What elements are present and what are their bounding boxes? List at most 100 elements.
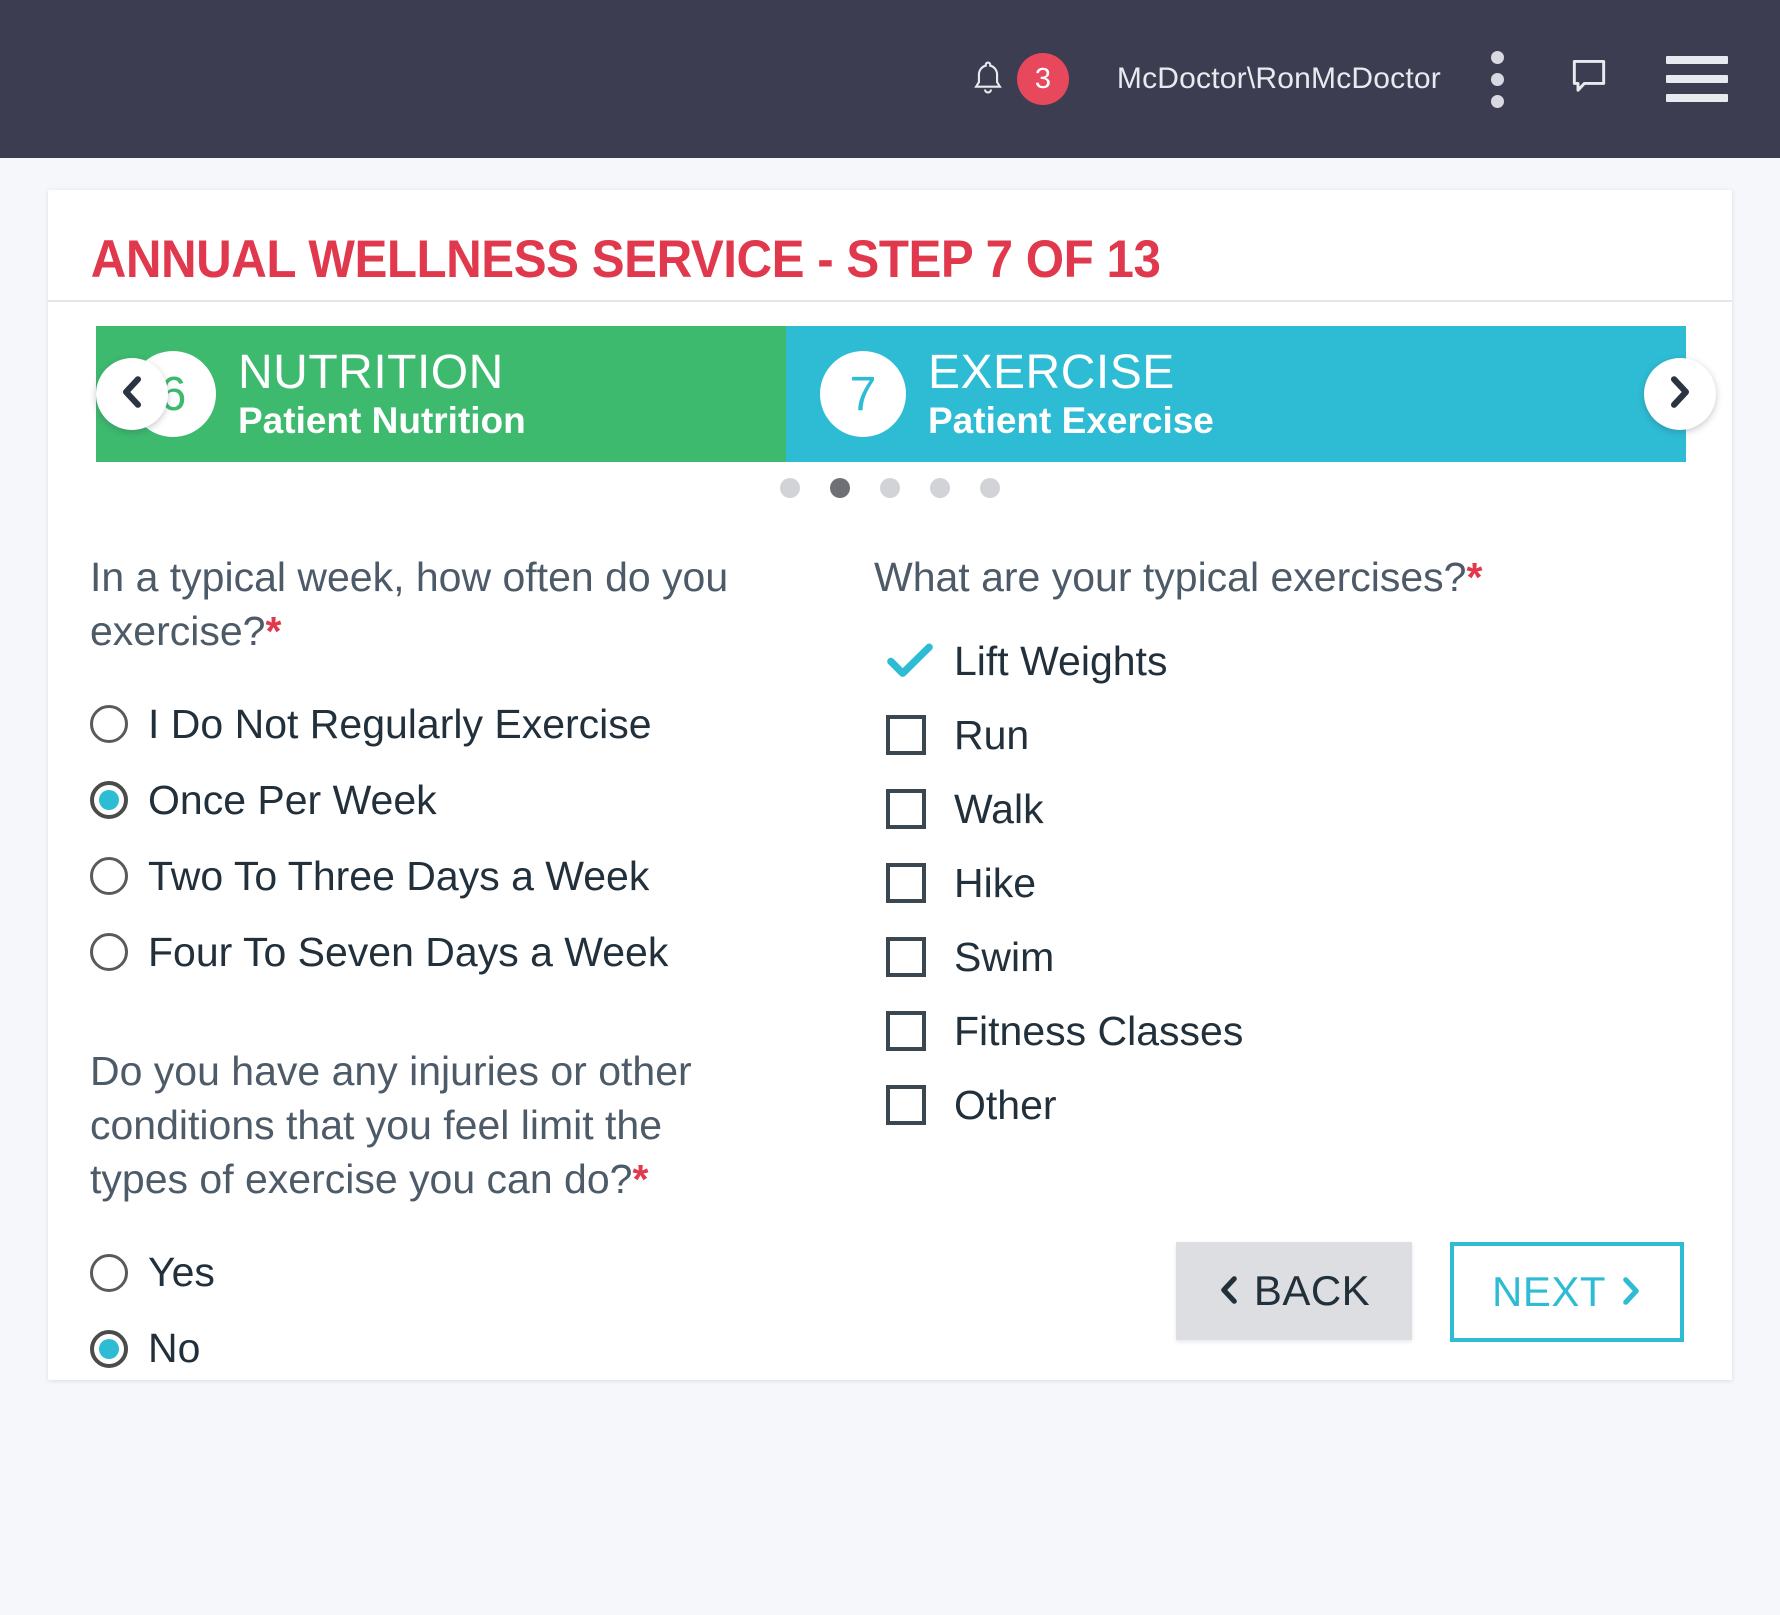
checkbox-option-hike[interactable]: Hike <box>886 846 1698 920</box>
radio-group-exercise-frequency: I Do Not Regularly Exercise Once Per Wee… <box>90 686 858 990</box>
carousel-dot-2[interactable] <box>830 478 850 498</box>
kebab-menu-icon[interactable] <box>1487 47 1508 112</box>
checkbox-option-fitness-classes[interactable]: Fitness Classes <box>886 994 1698 1068</box>
title-divider <box>48 300 1732 302</box>
carousel-dot-3[interactable] <box>880 478 900 498</box>
checkbox-icon <box>886 1011 926 1052</box>
carousel-dot-5[interactable] <box>980 478 1000 498</box>
radio-option-label: Yes <box>148 1249 215 1296</box>
radio-inner-dot <box>99 1338 119 1359</box>
checkbox-option-label: Other <box>954 1081 1057 1128</box>
wellness-form-card: ANNUAL WELLNESS SERVICE - STEP 7 OF 13 6… <box>48 190 1732 1380</box>
radio-option-label: Once Per Week <box>148 776 437 823</box>
checkbox-icon <box>886 715 926 756</box>
radio-option-yes[interactable]: Yes <box>90 1235 858 1311</box>
question-text: What are your typical exercises? <box>874 554 1467 600</box>
top-navigation-bar: 3 McDoctor\RonMcDoctor <box>0 0 1780 158</box>
question-exercise-frequency: In a typical week, how often do you exer… <box>90 550 858 990</box>
step-name-label: NUTRITION <box>238 345 504 399</box>
radio-option-no[interactable]: No <box>90 1311 858 1387</box>
step-bar: 6 NUTRITION Patient Nutrition 7 EXERCISE… <box>96 326 1686 462</box>
chevron-left-icon <box>1218 1267 1240 1315</box>
step-subtitle-label: Patient Exercise <box>928 399 1214 441</box>
username-label[interactable]: McDoctor\RonMcDoctor <box>1117 62 1441 96</box>
chat-bubble-icon[interactable] <box>1566 55 1612 104</box>
kebab-dot-2 <box>1491 72 1504 86</box>
radio-icon <box>90 857 128 896</box>
question-text: Do you have any injuries or other condit… <box>90 1048 692 1203</box>
step-item-exercise[interactable]: 7 EXERCISE Patient Exercise <box>786 326 1686 462</box>
required-marker: * <box>1466 554 1483 600</box>
checkbox-option-label: Fitness Classes <box>954 1007 1244 1054</box>
chevron-left-icon <box>119 375 145 414</box>
carousel-dot-1[interactable] <box>780 478 800 498</box>
notification-count-badge[interactable]: 3 <box>1016 53 1069 105</box>
radio-option-four-to-seven-days[interactable]: Four To Seven Days a Week <box>90 914 858 990</box>
checkmark-icon <box>886 641 934 681</box>
radio-option-label: Four To Seven Days a Week <box>148 928 669 975</box>
step-text-group: EXERCISE Patient Exercise <box>928 345 1214 441</box>
bell-icon[interactable] <box>971 59 1005 99</box>
form-column-left: In a typical week, how often do you exer… <box>48 550 858 1387</box>
radio-icon-selected <box>90 781 128 820</box>
question-label: In a typical week, how often do you exer… <box>90 550 770 658</box>
radio-option-once-per-week[interactable]: Once Per Week <box>90 762 858 838</box>
hamburger-line-2 <box>1666 75 1728 83</box>
next-button[interactable]: NEXT <box>1450 1242 1684 1342</box>
radio-option-label: No <box>148 1325 201 1372</box>
checkbox-icon <box>886 1085 926 1126</box>
checkbox-option-label: Walk <box>954 785 1044 832</box>
required-marker: * <box>265 608 282 655</box>
checkbox-option-label: Hike <box>954 859 1037 906</box>
kebab-dot-1 <box>1491 50 1504 64</box>
question-label: Do you have any injuries or other condit… <box>90 1044 770 1206</box>
question-label: What are your typical exercises?* <box>874 550 1654 604</box>
chevron-right-icon <box>1620 1268 1642 1316</box>
step-text-group: NUTRITION Patient Nutrition <box>238 345 526 441</box>
hamburger-menu-icon[interactable] <box>1666 56 1728 102</box>
carousel-next-button[interactable] <box>1644 358 1716 430</box>
radio-option-no-regular-exercise[interactable]: I Do Not Regularly Exercise <box>90 686 858 762</box>
notifications-area[interactable]: 3 <box>971 53 1069 105</box>
radio-icon <box>90 933 128 972</box>
radio-option-label: I Do Not Regularly Exercise <box>148 700 652 747</box>
page-title: ANNUAL WELLNESS SERVICE - STEP 7 OF 13 <box>90 230 1161 289</box>
back-button[interactable]: BACK <box>1176 1242 1412 1340</box>
checkbox-option-swim[interactable]: Swim <box>886 920 1698 994</box>
checkbox-option-walk[interactable]: Walk <box>886 772 1698 846</box>
back-button-label: BACK <box>1253 1267 1371 1314</box>
question-text: In a typical week, how often do you exer… <box>90 554 729 655</box>
radio-option-label: Two To Three Days a Week <box>148 852 650 899</box>
radio-inner-dot <box>99 790 119 811</box>
radio-icon <box>90 1253 128 1292</box>
checkbox-option-run[interactable]: Run <box>886 698 1698 772</box>
next-button-label: NEXT <box>1491 1268 1606 1315</box>
required-marker: * <box>632 1156 649 1203</box>
checkbox-group-typical-exercises: Lift Weights Run Walk Hike Swim Fitness … <box>874 624 1698 1142</box>
checkbox-icon <box>886 937 926 978</box>
carousel-prev-button[interactable] <box>96 358 168 430</box>
step-name-label: EXERCISE <box>928 345 1175 399</box>
checkbox-option-label: Swim <box>954 933 1055 980</box>
checkbox-option-other[interactable]: Other <box>886 1068 1698 1142</box>
hamburger-line-1 <box>1666 56 1728 64</box>
radio-group-injury-limitations: Yes No <box>90 1235 858 1387</box>
radio-option-two-to-three-days[interactable]: Two To Three Days a Week <box>90 838 858 914</box>
topbar-actions: 3 McDoctor\RonMcDoctor <box>971 47 1728 112</box>
hamburger-line-3 <box>1666 94 1728 102</box>
carousel-dot-4[interactable] <box>930 478 950 498</box>
form-navigation-buttons: BACK NEXT <box>1176 1242 1684 1342</box>
question-injury-limitations: Do you have any injuries or other condit… <box>90 1044 858 1386</box>
checkbox-option-label: Lift Weights <box>954 637 1168 684</box>
checkbox-icon <box>886 789 926 830</box>
radio-icon-selected <box>90 1329 128 1368</box>
question-typical-exercises: What are your typical exercises?* Lift W… <box>874 550 1698 1142</box>
checkbox-icon <box>886 863 926 904</box>
step-item-nutrition[interactable]: 6 NUTRITION Patient Nutrition <box>96 326 786 462</box>
radio-icon <box>90 705 128 744</box>
step-subtitle-label: Patient Nutrition <box>238 399 526 441</box>
carousel-dots <box>48 478 1732 498</box>
kebab-dot-3 <box>1491 94 1504 108</box>
checkbox-option-lift-weights[interactable]: Lift Weights <box>886 624 1698 698</box>
step-carousel: 6 NUTRITION Patient Nutrition 7 EXERCISE… <box>48 326 1732 516</box>
